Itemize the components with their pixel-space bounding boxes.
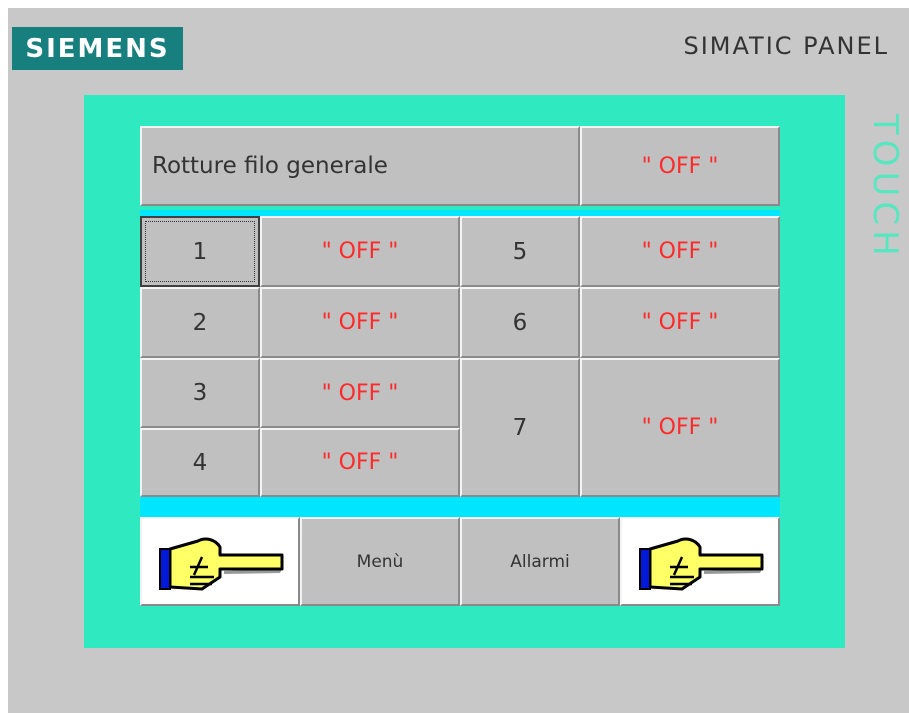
channel-1-label: 1 <box>145 221 255 282</box>
channel-1-button[interactable]: 1 <box>140 216 260 287</box>
general-title: Rotture filo generale <box>140 126 580 206</box>
channel-2-status[interactable]: " OFF " <box>260 287 460 358</box>
touch-side-label: TOUCH <box>865 114 905 261</box>
channel-6-status[interactable]: " OFF " <box>580 287 780 358</box>
general-status-field[interactable]: " OFF " <box>580 126 780 206</box>
channel-4-button[interactable]: 4 <box>140 428 260 497</box>
channel-1-status[interactable]: " OFF " <box>260 216 460 287</box>
channel-6-button[interactable]: 6 <box>460 287 580 358</box>
separator-strip-bottom <box>140 497 780 517</box>
menu-button[interactable]: Menù <box>300 517 460 606</box>
channel-3-status[interactable]: " OFF " <box>260 358 460 428</box>
pointing-hand-left-icon <box>159 537 284 590</box>
forward-button[interactable] <box>620 517 780 606</box>
back-button[interactable] <box>140 517 300 606</box>
panel-model-label: SIMATIC PANEL <box>683 32 889 60</box>
brand-logo: SIEMENS <box>12 27 183 70</box>
pointing-hand-right-icon <box>639 537 764 590</box>
channel-3-button[interactable]: 3 <box>140 358 260 428</box>
alarms-button[interactable]: Allarmi <box>460 517 620 606</box>
channel-5-status[interactable]: " OFF " <box>580 216 780 287</box>
general-title-label: Rotture filo generale <box>152 153 388 179</box>
channel-7-button[interactable]: 7 <box>460 358 580 497</box>
channel-5-button[interactable]: 5 <box>460 216 580 287</box>
channel-2-button[interactable]: 2 <box>140 287 260 358</box>
channel-7-status[interactable]: " OFF " <box>580 358 780 497</box>
channel-4-status[interactable]: " OFF " <box>260 428 460 497</box>
